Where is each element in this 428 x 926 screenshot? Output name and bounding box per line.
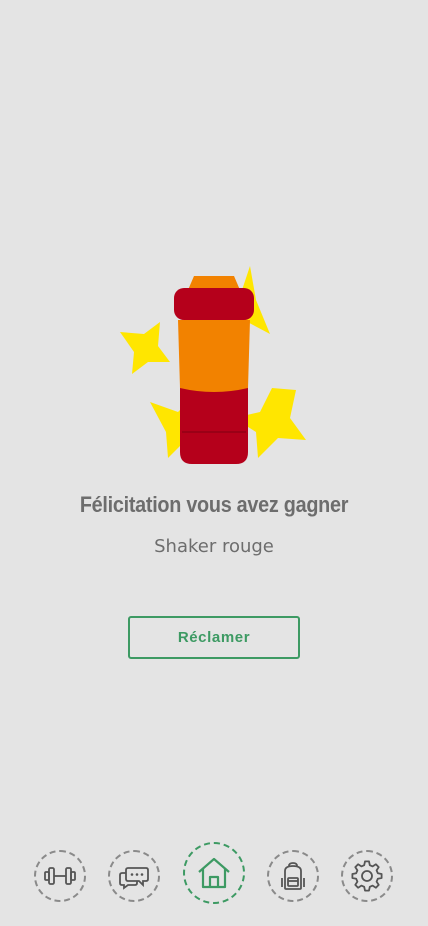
nav-item-home[interactable]: [183, 842, 245, 904]
sparkle-icon: [120, 322, 170, 374]
backpack-icon: [281, 862, 305, 890]
dumbbell-icon: [44, 867, 76, 885]
chat-bubbles-icon: [119, 867, 149, 890]
bottom-navigation: [0, 836, 428, 916]
nav-item-workout[interactable]: [34, 850, 86, 902]
reward-item-name: Shaker rouge: [154, 536, 274, 557]
reward-screen: Félicitation vous avez gagner Shaker rou…: [0, 0, 428, 926]
congratulations-title: Félicitation vous avez gagner: [79, 492, 349, 517]
nav-item-settings[interactable]: [341, 850, 393, 902]
gear-icon: [351, 860, 383, 892]
claim-button[interactable]: Réclamer: [128, 616, 300, 659]
nav-item-backpack[interactable]: [267, 850, 319, 902]
shaker-icon: [120, 266, 306, 464]
nav-item-chat[interactable]: [108, 850, 160, 902]
home-icon: [198, 857, 230, 889]
